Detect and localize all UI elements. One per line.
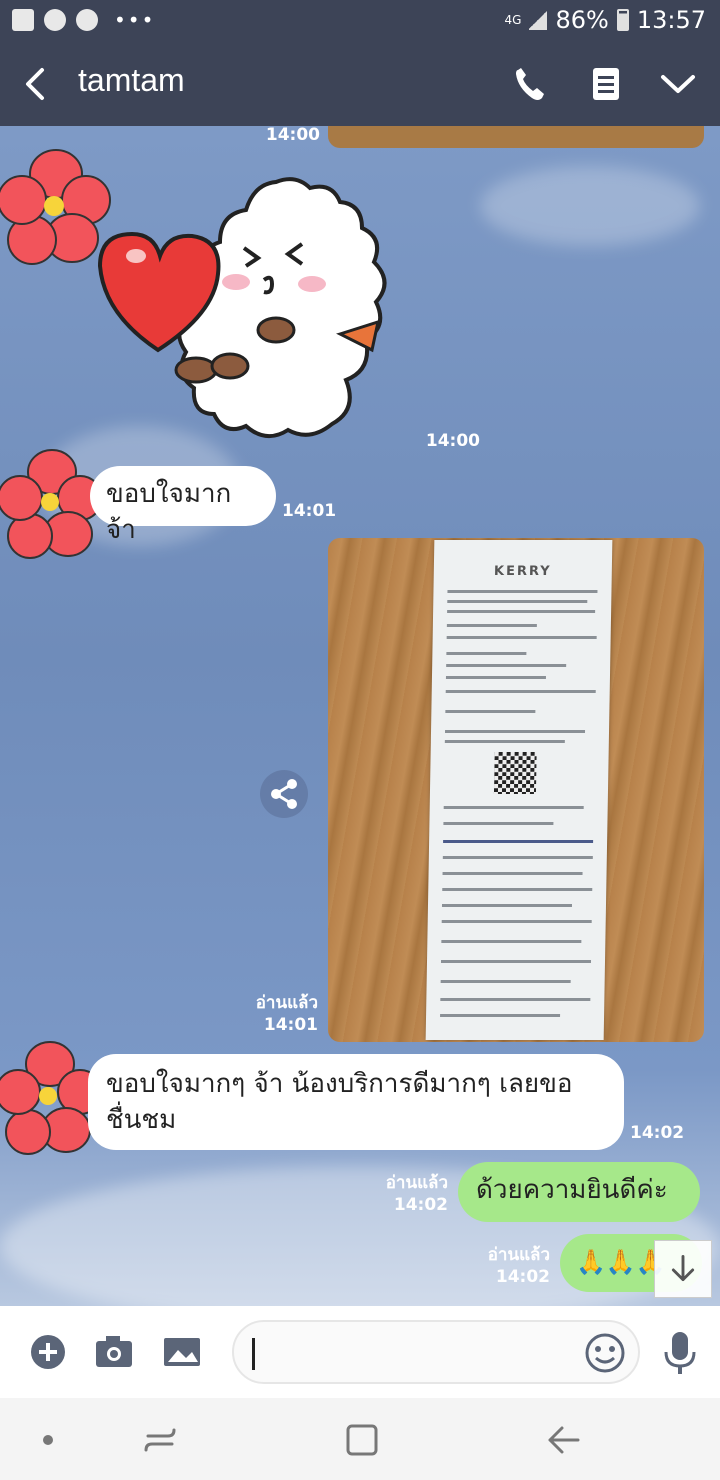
scroll-to-bottom-button[interactable] <box>654 1240 712 1298</box>
microphone-icon[interactable] <box>662 1330 698 1376</box>
home-icon[interactable] <box>342 1420 382 1460</box>
status-bar: ••• 4G 86% 13:57 <box>0 0 720 42</box>
notification-icons: ••• <box>12 9 155 31</box>
gallery-notification-icon <box>12 9 34 31</box>
phone-icon[interactable] <box>510 62 550 106</box>
previous-image-message[interactable] <box>328 126 704 148</box>
message-time: 14:02 <box>393 1195 448 1215</box>
incoming-message-bubble[interactable]: ขอบใจมากๆ จ้า น้องบริการดีมากๆ เลยขอ ชื่… <box>88 1054 624 1150</box>
message-input[interactable] <box>232 1320 640 1384</box>
message-time: 14:00 <box>265 126 320 145</box>
sticker-bear-heart[interactable] <box>96 174 400 444</box>
clock: 13:57 <box>636 6 706 34</box>
read-receipt: อ่านแล้ว 14:02 <box>370 1172 448 1216</box>
chat-title: tamtam <box>78 62 185 98</box>
arrow-down-icon <box>671 1255 695 1282</box>
incoming-message-bubble[interactable]: ขอบใจมากจ้า <box>90 466 276 545</box>
message-time: 14:02 <box>630 1123 685 1143</box>
read-receipt: อ่านแล้ว 14:01 <box>240 992 318 1036</box>
emoji-icon[interactable] <box>584 1332 626 1374</box>
message-text: ขอบใจมากๆ จ้า น้องบริการดีมากๆ เลยขอ ชื่… <box>106 1069 573 1135</box>
chat-header: tamtam <box>0 42 720 126</box>
chrome-notification-icon <box>44 9 66 31</box>
system-navigation-bar <box>0 1398 720 1480</box>
background-cloud <box>480 166 700 246</box>
read-label: อ่านแล้ว <box>255 993 318 1013</box>
receipt-image-message[interactable]: KERRY <box>328 538 704 1042</box>
chat-area[interactable]: 14:00 14:00 ขอบใจมากจ้า 14:01 KERRY อ่าน… <box>0 126 720 1306</box>
flower-avatar-icon[interactable] <box>0 444 104 564</box>
read-label: อ่านแล้ว <box>487 1245 550 1265</box>
recent-apps-icon[interactable] <box>140 1420 180 1460</box>
message-input-bar <box>0 1306 720 1398</box>
message-text: 🙏🙏🙏 <box>576 1248 666 1276</box>
read-receipt: อ่านแล้ว 14:02 <box>472 1244 550 1288</box>
text-caret <box>252 1338 255 1370</box>
camera-icon[interactable] <box>94 1332 134 1372</box>
chevron-down-icon[interactable] <box>658 62 698 106</box>
battery-icon <box>616 9 629 31</box>
add-icon[interactable] <box>28 1332 68 1372</box>
battery-percent: 86% <box>555 6 609 34</box>
message-text: ด้วยความยินดีค่ะ <box>476 1175 668 1205</box>
dot-icon[interactable] <box>28 1420 68 1460</box>
share-button[interactable] <box>260 770 308 818</box>
notes-icon[interactable] <box>586 62 626 106</box>
image-icon[interactable] <box>162 1332 202 1372</box>
share-icon <box>271 779 297 809</box>
message-time: 14:02 <box>495 1267 550 1287</box>
message-time: 14:00 <box>425 431 480 451</box>
message-time: 14:01 <box>263 1015 318 1035</box>
receipt-qr-code <box>493 752 537 794</box>
network-type: 4G <box>504 13 522 27</box>
receipt-paper: KERRY <box>425 540 613 1040</box>
back-arrow-icon[interactable] <box>18 64 54 104</box>
receipt-brand: KERRY <box>493 564 552 579</box>
back-icon[interactable] <box>544 1420 584 1460</box>
message-input-field[interactable] <box>262 1332 582 1376</box>
outgoing-message-bubble[interactable]: ด้วยความยินดีค่ะ <box>458 1162 700 1222</box>
message-time: 14:01 <box>282 501 337 521</box>
read-label: อ่านแล้ว <box>385 1173 448 1193</box>
signal-icon <box>529 10 548 30</box>
chrome-notification-icon-2 <box>76 9 98 31</box>
more-notifications-icon: ••• <box>114 8 156 32</box>
